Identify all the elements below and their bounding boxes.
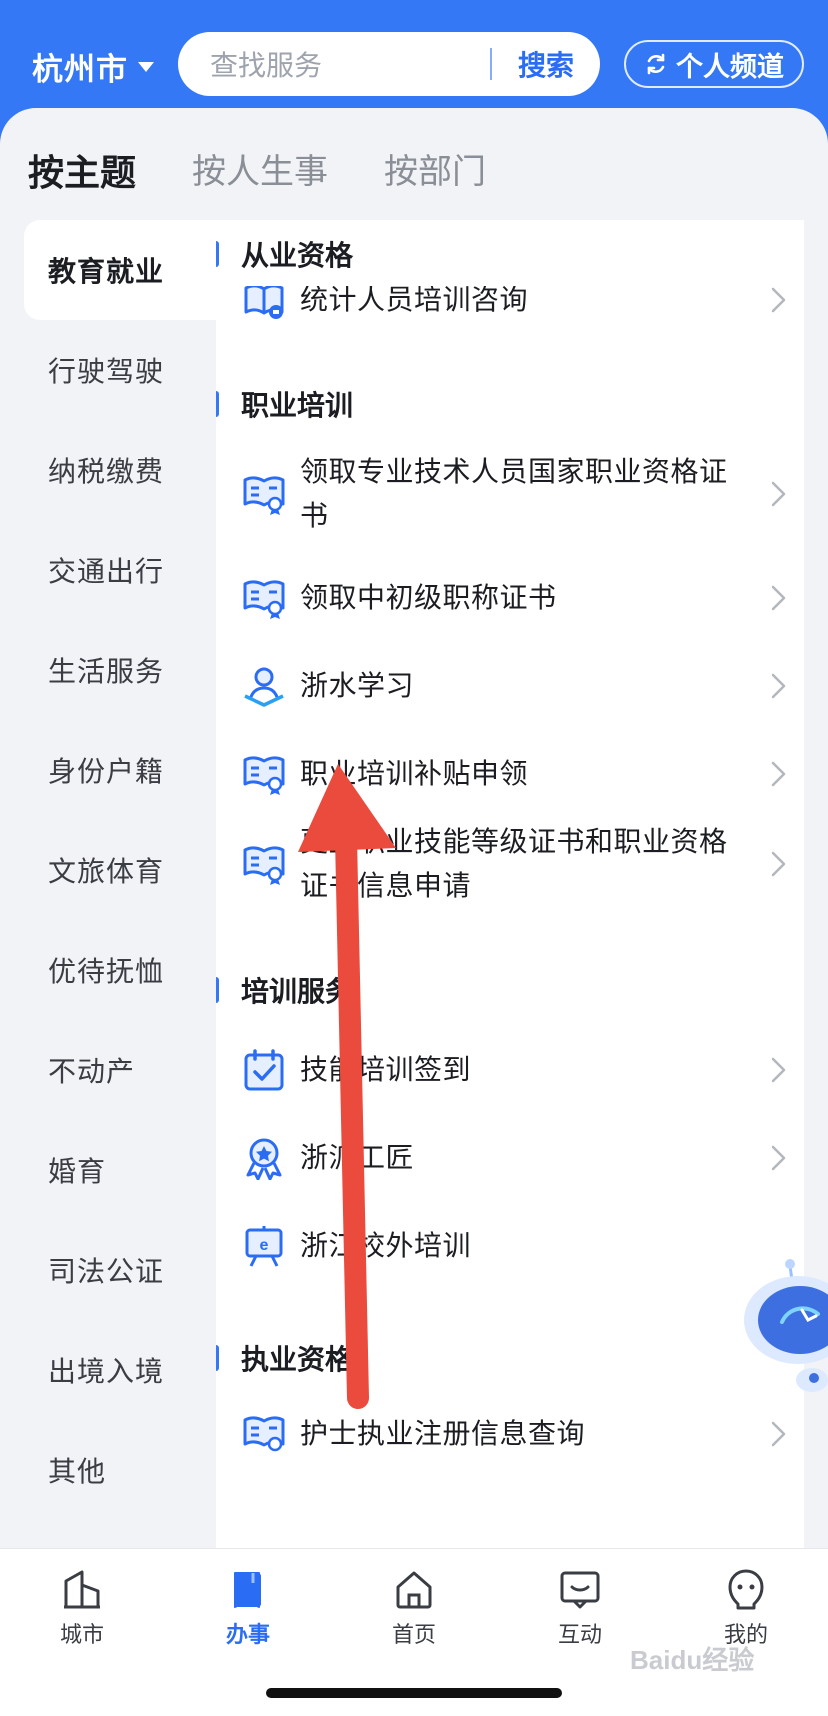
category-item[interactable]: 婚育	[24, 1120, 216, 1220]
category-item[interactable]: 生活服务	[24, 620, 216, 720]
category-item[interactable]: 优待抚恤	[24, 920, 216, 1020]
search-bar[interactable]: 查找服务 搜索	[178, 32, 600, 96]
tab-by-department[interactable]: 按部门	[384, 144, 486, 196]
learner-icon	[242, 664, 286, 708]
certificate-icon	[242, 752, 286, 796]
certificate-icon	[242, 576, 286, 620]
service-item[interactable]: 技能培训签到	[242, 1038, 792, 1102]
calendar-check-icon	[242, 1048, 286, 1092]
chevron-right-icon	[770, 1144, 788, 1172]
section-marker	[216, 1345, 219, 1371]
category-item[interactable]: 身份户籍	[24, 720, 216, 820]
service-item-label: 领取专业技术人员国家职业资格证书	[300, 455, 728, 532]
nav-services[interactable]: 办事	[188, 1567, 308, 1649]
chevron-right-icon	[770, 286, 788, 314]
document-icon	[234, 1572, 261, 1608]
category-item[interactable]: 出境入境	[24, 1320, 216, 1420]
service-item[interactable]: 领取专业技术人员国家职业资格证书	[242, 446, 792, 542]
tab-bar: 按主题 按人生事 按部门	[28, 144, 542, 240]
category-item[interactable]: 司法公证	[24, 1220, 216, 1320]
search-button[interactable]: 搜索	[492, 44, 600, 84]
chevron-right-icon	[770, 480, 788, 508]
chevron-right-icon	[770, 850, 788, 878]
search-divider	[490, 48, 492, 80]
tab-by-life-event[interactable]: 按人生事	[192, 144, 328, 196]
section-header: 执业资格	[216, 1338, 353, 1378]
city-selector[interactable]: 杭州市	[32, 42, 154, 90]
category-item[interactable]: 交通出行	[24, 520, 216, 620]
service-item[interactable]: 更正职业技能等级证书和职业资格证书信息申请	[242, 816, 792, 912]
chevron-down-icon	[138, 62, 154, 72]
service-item-label: 统计人员培训咨询	[300, 283, 529, 316]
service-item-label: 护士执业注册信息查询	[300, 1417, 586, 1450]
refresh-icon	[647, 53, 665, 75]
service-item[interactable]: 统计人员培训咨询	[242, 283, 792, 332]
assistant-robot-icon[interactable]	[742, 1258, 828, 1408]
chevron-right-icon	[770, 672, 788, 700]
section-marker	[216, 391, 219, 417]
chevron-right-icon	[770, 1056, 788, 1084]
service-item[interactable]: 浙水学习	[242, 654, 792, 718]
search-input[interactable]: 查找服务	[210, 44, 490, 84]
certificate-icon	[242, 472, 286, 516]
chevron-right-icon	[770, 584, 788, 612]
easel-icon: e	[242, 1224, 286, 1268]
personal-channel-label: 个人频道	[676, 51, 784, 83]
certificate-icon	[242, 842, 286, 886]
chevron-right-icon	[770, 760, 788, 788]
home-indicator[interactable]	[266, 1688, 562, 1698]
city-icon	[64, 1570, 100, 1609]
nav-mine[interactable]: 我的	[686, 1567, 806, 1649]
service-item-label: 职业培训补贴申领	[300, 757, 529, 790]
section-header: 培训服务	[216, 970, 353, 1010]
svg-text:e: e	[260, 1237, 269, 1254]
category-item[interactable]: 教育就业	[24, 220, 216, 320]
nav-label: 首页	[391, 1623, 436, 1648]
nav-label: 办事	[225, 1623, 270, 1648]
section-title: 职业培训	[241, 389, 354, 422]
category-item[interactable]: 其他	[24, 1420, 216, 1520]
section-title: 从业资格	[241, 239, 354, 272]
service-item-label: 浙江校外培训	[300, 1229, 472, 1262]
tab-by-theme[interactable]: 按主题	[28, 144, 136, 240]
category-item[interactable]: 文旅体育	[24, 820, 216, 920]
service-item[interactable]: e 浙江校外培训	[242, 1214, 792, 1278]
service-item-label: 技能培训签到	[300, 1053, 472, 1086]
service-item-label: 领取中初级职称证书	[300, 581, 557, 614]
city-label: 杭州市	[32, 51, 128, 88]
section-marker	[216, 977, 219, 1003]
service-item[interactable]: 浙派工匠	[242, 1126, 792, 1190]
category-item[interactable]: 行驶驾驶	[24, 320, 216, 420]
watermark: Baidu经验	[630, 1645, 755, 1675]
service-card: 按主题 按人生事 按部门 教育就业 行驶驾驶 纳税缴费 交通出行 生活服务 身份…	[0, 108, 828, 1608]
category-item[interactable]: 纳税缴费	[24, 420, 216, 520]
chevron-right-icon	[770, 1420, 788, 1448]
section-header: 职业培训	[216, 384, 353, 424]
nav-city[interactable]: 城市	[22, 1567, 142, 1649]
category-item[interactable]: 不动产	[24, 1020, 216, 1120]
nav-label: 互动	[557, 1623, 602, 1648]
home-icon	[396, 1571, 432, 1609]
service-item-label: 浙水学习	[300, 669, 415, 702]
service-panel[interactable]: 从业资格 统计人员培训咨询 职业培训 领取专业技术人员国家职业资格证书 领取中初	[216, 220, 804, 1608]
nav-interact[interactable]: 互动	[520, 1567, 640, 1649]
section-title: 执业资格	[241, 1343, 354, 1376]
section-header: 从业资格	[216, 234, 353, 274]
service-item[interactable]: 领取中初级职称证书	[242, 566, 792, 630]
user-icon	[728, 1569, 764, 1610]
service-item[interactable]: 护士执业注册信息查询	[242, 1402, 792, 1466]
service-item[interactable]: 职业培训补贴申领	[242, 742, 792, 806]
category-list: 教育就业 行驶驾驶 纳税缴费 交通出行 生活服务 身份户籍 文旅体育 优待抚恤 …	[24, 220, 216, 1520]
service-item-label: 更正职业技能等级证书和职业资格证书信息申请	[300, 825, 728, 902]
section-marker	[216, 241, 219, 267]
service-item-label: 浙派工匠	[300, 1141, 415, 1174]
nav-home[interactable]: 首页	[354, 1567, 474, 1649]
certificate-icon	[242, 1412, 286, 1456]
book-icon	[242, 286, 286, 322]
medal-icon	[242, 1136, 286, 1180]
chat-icon	[560, 1571, 600, 1609]
personal-channel-button[interactable]: 个人频道	[624, 40, 804, 88]
section-title: 培训服务	[241, 975, 354, 1008]
nav-label: 城市	[59, 1623, 104, 1648]
